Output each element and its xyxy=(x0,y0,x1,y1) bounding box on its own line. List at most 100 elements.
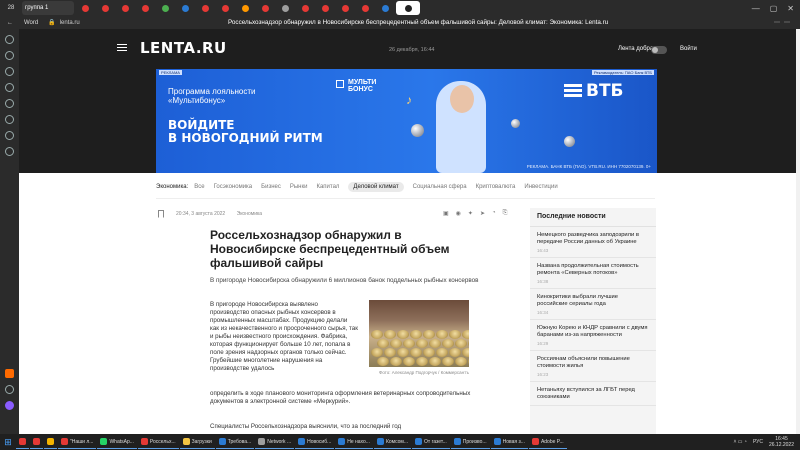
can-shape xyxy=(462,330,469,339)
tab-favicon-icon xyxy=(141,4,149,12)
browser-tab[interactable] xyxy=(376,1,394,15)
rubric-item[interactable]: Деловой климат xyxy=(348,182,404,192)
browser-tab[interactable] xyxy=(236,1,254,15)
address-domain[interactable]: lenta.ru xyxy=(60,20,80,26)
browser-tab[interactable] xyxy=(96,1,114,15)
browser-tab[interactable] xyxy=(76,1,94,15)
rubric-item[interactable]: Криптовалюта xyxy=(476,184,516,190)
browser-tab[interactable] xyxy=(196,1,214,15)
share-icon[interactable]: ⎘ xyxy=(503,210,508,217)
video-icon[interactable] xyxy=(5,83,14,92)
rubric-item[interactable]: Госэкономика xyxy=(214,184,253,190)
close-icon[interactable]: ✕ xyxy=(787,4,794,13)
rubric-item[interactable]: Социальная сфера xyxy=(413,184,467,190)
taskbar-item-label: Новая з... xyxy=(502,438,525,445)
news-time: 16:23 xyxy=(537,372,549,377)
taskbar-item[interactable]: Network ... xyxy=(255,435,295,449)
tab-active[interactable] xyxy=(396,1,420,15)
rubric-item[interactable]: Капитал xyxy=(316,184,339,190)
back-label[interactable]: Word xyxy=(24,20,38,26)
taskbar-item[interactable]: Россельх... xyxy=(137,435,179,449)
can-shape xyxy=(377,357,389,366)
start-icon[interactable]: ⊞ xyxy=(0,434,16,450)
taskbar-item[interactable]: "Наши л... xyxy=(58,435,97,449)
news-item[interactable]: Названа продолжительная стоимость ремонт… xyxy=(530,258,656,289)
can-shape xyxy=(416,357,428,366)
taskbar-item[interactable] xyxy=(30,435,43,449)
share-icon[interactable]: ➤ xyxy=(480,210,485,217)
rubric-item[interactable]: Рынки xyxy=(290,184,308,190)
rubric-item[interactable]: Инвестиции xyxy=(524,184,557,190)
tray-icons[interactable]: ˄ ▭ ◔ xyxy=(734,439,747,445)
share-icon[interactable]: ▣ xyxy=(443,210,449,217)
bookmark-icon[interactable] xyxy=(158,210,164,218)
minimize-icon[interactable]: — xyxy=(752,4,760,13)
browser-tab[interactable] xyxy=(176,1,194,15)
slogan: ВОЙДИТЕ В НОВОГОДНИЙ РИТМ xyxy=(168,119,323,145)
article-photo[interactable] xyxy=(369,300,469,367)
share-icon[interactable]: ✦ xyxy=(468,210,473,217)
taskbar-item[interactable]: Загрузки xyxy=(179,435,215,449)
tab-counter[interactable]: 28 xyxy=(2,1,20,15)
news-item[interactable]: Немецкого разведчика заподозрили в перед… xyxy=(530,227,656,258)
taskbar-item[interactable]: Произво... xyxy=(450,435,490,449)
can-shape xyxy=(442,339,454,348)
tab-group[interactable]: группа 1 xyxy=(22,1,74,15)
taskbar-item[interactable]: Adobe P... xyxy=(528,435,567,449)
taskbar-item[interactable] xyxy=(44,435,57,449)
news-item[interactable]: Россиянам объяснили повышение стоимости … xyxy=(530,351,656,382)
taskbar-item[interactable]: Новосиб... xyxy=(295,435,335,449)
login-link[interactable]: Войти xyxy=(680,46,697,52)
browser-tab[interactable] xyxy=(356,1,374,15)
rubric-item[interactable]: Бизнес xyxy=(261,184,281,190)
mail-icon[interactable] xyxy=(5,99,14,108)
browser-tab[interactable] xyxy=(136,1,154,15)
browser-tab[interactable] xyxy=(216,1,234,15)
share-icon[interactable]: ◉ xyxy=(456,210,461,217)
app-icon[interactable] xyxy=(5,369,14,378)
settings-icon[interactable] xyxy=(5,385,14,394)
taskbar-item-label: Произво... xyxy=(462,438,487,445)
rubric-item[interactable]: Все xyxy=(194,184,204,190)
clock[interactable]: 16:45 26.12.2022 xyxy=(769,436,794,448)
share-icon[interactable]: ◔ xyxy=(492,210,496,217)
can-shape xyxy=(468,339,469,348)
taskbar-item[interactable]: Новая з... xyxy=(490,435,528,449)
maximize-icon[interactable]: ▢ xyxy=(770,4,778,13)
news-item[interactable]: Южную Корею и КНДР сравнили с двумя бара… xyxy=(530,320,656,351)
browser-tab[interactable] xyxy=(296,1,314,15)
site-logo[interactable]: LENTA.RU xyxy=(140,39,227,57)
language-indicator[interactable]: РУС xyxy=(753,439,763,445)
browser-tab[interactable] xyxy=(116,1,134,15)
taskbar-item[interactable] xyxy=(16,435,29,449)
taskbar-item[interactable]: Не нахо... xyxy=(335,435,373,449)
history-icon[interactable] xyxy=(5,51,14,60)
taskbar-item[interactable]: От газет... xyxy=(412,435,450,449)
browser-tab[interactable] xyxy=(156,1,174,15)
news-item[interactable]: Нетаньяху вступился за ЛГБТ перед союзни… xyxy=(530,382,656,406)
article-rubric[interactable]: Экономика xyxy=(237,211,262,217)
toolbar-icons[interactable]: ⋯⋯ xyxy=(774,19,800,26)
browser-tab[interactable] xyxy=(256,1,274,15)
taskbar-item[interactable]: Требова... xyxy=(215,435,255,449)
can-shape xyxy=(429,357,441,366)
taskbar-item[interactable]: Комсом... xyxy=(373,435,412,449)
ad-banner[interactable]: РЕКЛАМА Рекламодатель: ПАО Банк ВТБ Прог… xyxy=(156,69,657,173)
browser-tab[interactable] xyxy=(316,1,334,15)
news-item[interactable]: Кинокритики выбрали лучшие российские се… xyxy=(530,289,656,320)
menu-icon[interactable] xyxy=(117,47,127,48)
alice-icon[interactable] xyxy=(5,401,14,410)
page-scrollbar[interactable] xyxy=(796,29,800,434)
back-icon[interactable]: ← xyxy=(0,20,20,26)
browser-tab[interactable] xyxy=(276,1,294,15)
browser-tab[interactable] xyxy=(336,1,354,15)
good-tape-toggle[interactable] xyxy=(651,46,667,54)
notes-icon[interactable] xyxy=(5,131,14,140)
shopping-icon[interactable] xyxy=(5,147,14,156)
taskbar-item[interactable]: WhatsAp... xyxy=(97,435,137,449)
messenger-icon[interactable] xyxy=(5,115,14,124)
latest-news-panel: Последние новости Немецкого разведчика з… xyxy=(530,208,656,434)
music-icon[interactable] xyxy=(5,67,14,76)
taskbar-item-label: Загрузки xyxy=(191,438,212,445)
clock-icon[interactable] xyxy=(5,35,14,44)
